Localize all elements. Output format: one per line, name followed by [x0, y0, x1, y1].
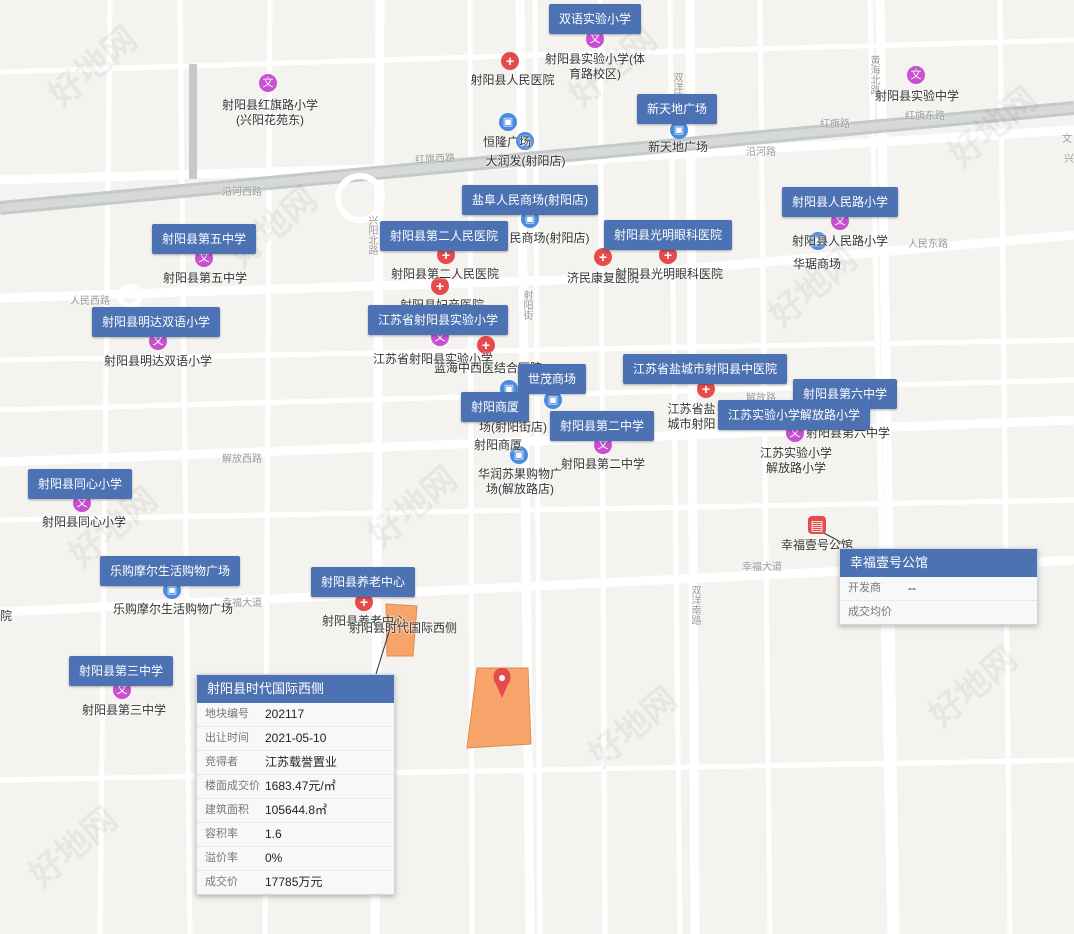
street-label: 双洋南路: [689, 585, 700, 625]
card-title: 射阳县时代国际西侧: [197, 675, 394, 703]
poi-tag[interactable]: 射阳县同心小学: [28, 469, 133, 499]
estate-info-card[interactable]: 幸福壹号公馆 开发商 -- 成交均价: [839, 548, 1038, 625]
poi-label[interactable]: 华琚商场: [787, 257, 847, 272]
street-label: 文: [1062, 134, 1072, 145]
poi-label[interactable]: 射阳县光明眼科医院: [609, 267, 729, 282]
card-row: 出让时间 2021-05-10: [197, 727, 394, 751]
poi-tag[interactable]: 射阳县第二中学: [550, 411, 655, 441]
street-label: 兴阳北路: [366, 215, 377, 255]
poi-tag[interactable]: 江苏省盐城市射阳县中医院: [623, 354, 788, 384]
street-label: 人民东路: [908, 239, 948, 250]
poi-label[interactable]: 恒隆广场: [477, 135, 537, 150]
poi-label[interactable]: 江苏实验小学解放路小学: [756, 446, 836, 476]
street-label: 红旗路: [820, 119, 850, 130]
hospital-icon[interactable]: +: [501, 52, 519, 70]
poi-label[interactable]: 江苏省盐城市射阳县中医院: [664, 402, 719, 432]
poi-tag[interactable]: 盐阜人民商场(射阳店): [462, 185, 598, 215]
poi-label[interactable]: 射阳县实验小学(体育路校区): [545, 52, 645, 82]
poi-tag[interactable]: 射阳县光明眼科医院: [604, 220, 733, 250]
card-row: 地块编号 202117: [197, 703, 394, 727]
poi-tag[interactable]: 射阳县明达双语小学: [92, 307, 221, 337]
card-row: 溢价率 0%: [197, 847, 394, 871]
poi-label[interactable]: 射阳县时代国际西侧: [346, 621, 460, 636]
poi-label[interactable]: 乐购摩尔生活购物广场: [106, 602, 240, 617]
card-row: 楼面成交价 1683.47元/㎡: [197, 775, 394, 799]
hospital-icon[interactable]: +: [594, 248, 612, 266]
poi-label[interactable]: 射阳县第五中学: [157, 271, 253, 286]
street-label: 幸福大道: [742, 562, 782, 573]
poi-tag[interactable]: 射阳县第五中学: [152, 224, 257, 254]
card-row: 竞得者 江苏载誉置业: [197, 751, 394, 775]
card-row: 建筑面积 105644.8㎡: [197, 799, 394, 823]
card-row: 开发商 --: [840, 577, 1037, 601]
poi-tag[interactable]: 江苏实验小学解放路小学: [718, 400, 871, 430]
poi-tag[interactable]: 射阳县第三中学: [69, 656, 174, 686]
school-icon[interactable]: 文: [907, 66, 925, 84]
poi-tag[interactable]: 世茂商场: [518, 364, 587, 394]
building-icon[interactable]: ▤: [808, 516, 826, 534]
street-label: 沿河西路: [222, 187, 262, 198]
poi-label[interactable]: 场(射阳街店): [478, 420, 548, 435]
card-row: 成交均价: [848, 606, 892, 618]
poi-label[interactable]: 射阳县同心小学: [36, 515, 132, 530]
map-canvas[interactable]: 好地网 好地网 好地网 好地网 好地网 好地网 好地网 好地网 好地网 好地网 …: [0, 0, 1074, 934]
poi-label[interactable]: 射阳县第二中学: [555, 457, 651, 472]
card-title: 幸福壹号公馆: [840, 549, 1037, 577]
poi-label[interactable]: 华润苏果购物广场(解放路店): [476, 467, 564, 497]
school-icon[interactable]: 文: [259, 74, 277, 92]
street-label: 兴: [1064, 154, 1074, 165]
street-label: 射阳街: [521, 290, 532, 320]
street-label: 沿河路: [746, 147, 776, 158]
poi-label[interactable]: 射阳县人民路小学: [784, 234, 896, 249]
poi-tag[interactable]: 双语实验小学: [549, 4, 642, 34]
poi-tag[interactable]: 乐购摩尔生活购物广场: [100, 556, 241, 586]
shop-icon[interactable]: ▣: [499, 113, 517, 131]
card-row: 容积率 1.6: [197, 823, 394, 847]
poi-tag[interactable]: 射阳县人民路小学: [782, 187, 899, 217]
street-label: 人民西路: [70, 296, 110, 307]
poi-label[interactable]: 射阳县明达双语小学: [96, 354, 220, 369]
poi-label[interactable]: 射阳商厦: [467, 438, 529, 453]
poi-label[interactable]: 院: [0, 609, 12, 624]
land-info-card[interactable]: 射阳县时代国际西侧 地块编号 202117 出让时间 2021-05-10 竞得者江…: [196, 674, 395, 895]
street-label: 解放西路: [222, 454, 262, 465]
poi-tag[interactable]: 射阳商厦: [461, 392, 530, 422]
card-row: 成交价 17785万元: [205, 875, 323, 889]
poi-label[interactable]: 大润发(射阳店): [478, 154, 573, 169]
poi-label[interactable]: 射阳县人民医院: [465, 73, 560, 88]
poi-tag[interactable]: 射阳县第二人民医院: [380, 221, 509, 251]
poi-label[interactable]: 射阳县红旗路小学(兴阳花苑东): [220, 98, 320, 128]
poi-label[interactable]: 射阳县实验中学: [867, 89, 967, 104]
poi-tag[interactable]: 江苏省射阳县实验小学: [368, 305, 509, 335]
poi-tag[interactable]: 射阳县养老中心: [311, 567, 416, 597]
street-label: 红旗西路: [414, 152, 456, 167]
poi-label[interactable]: 新天地广场: [640, 140, 716, 155]
poi-label[interactable]: 射阳县第三中学: [76, 703, 172, 718]
poi-label[interactable]: 民商场(射阳店): [507, 231, 592, 246]
street-label: 红旗东路: [905, 111, 945, 122]
poi-label[interactable]: 射阳县第二人民医院: [384, 267, 506, 282]
poi-tag[interactable]: 新天地广场: [637, 94, 718, 124]
